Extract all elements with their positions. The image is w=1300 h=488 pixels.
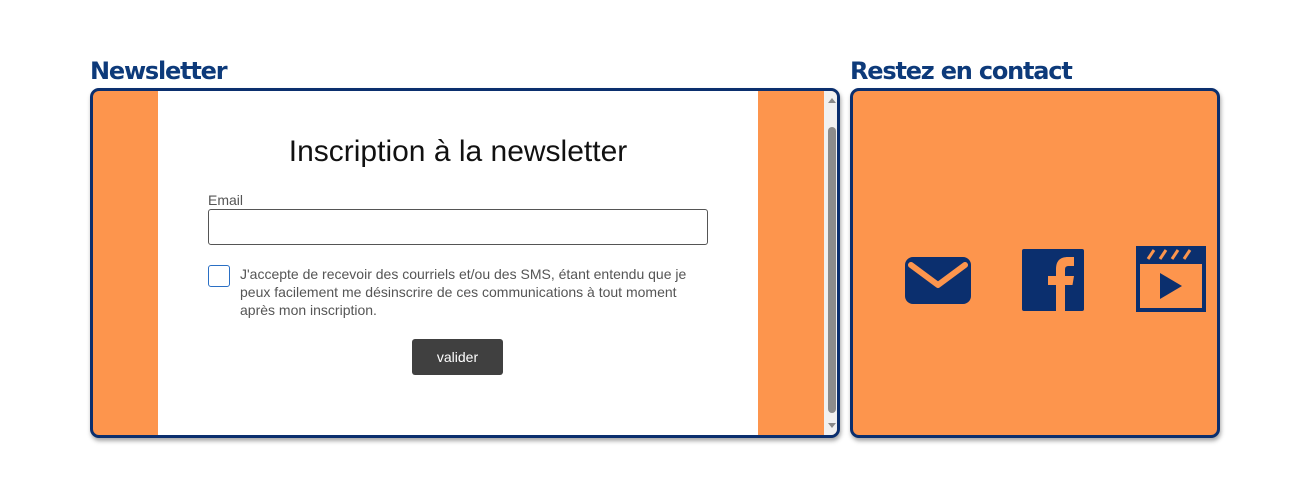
newsletter-form: Inscription à la newsletter Email J'acce… — [158, 91, 758, 435]
video-icon[interactable] — [1136, 246, 1206, 312]
form-heading: Inscription à la newsletter — [288, 135, 628, 168]
consent-text: J'accepte de recevoir des courriels et/o… — [240, 266, 687, 318]
email-label: Email — [208, 192, 244, 208]
newsletter-title: Newsletter — [90, 57, 228, 85]
scroll-down-arrow-icon[interactable] — [828, 423, 836, 428]
contact-panel — [850, 88, 1220, 438]
consent-checkbox[interactable] — [208, 265, 230, 287]
scroll-up-arrow-icon[interactable] — [828, 98, 836, 103]
email-field[interactable] — [208, 209, 708, 245]
scroll-thumb[interactable] — [828, 127, 836, 413]
newsletter-panel: Inscription à la newsletter Email J'acce… — [90, 88, 840, 438]
submit-button[interactable]: valider — [412, 339, 503, 375]
facebook-icon[interactable] — [1022, 249, 1084, 311]
contact-title: Restez en contact — [850, 57, 1073, 85]
scrollbar[interactable] — [824, 91, 837, 435]
mail-icon[interactable] — [905, 257, 971, 304]
